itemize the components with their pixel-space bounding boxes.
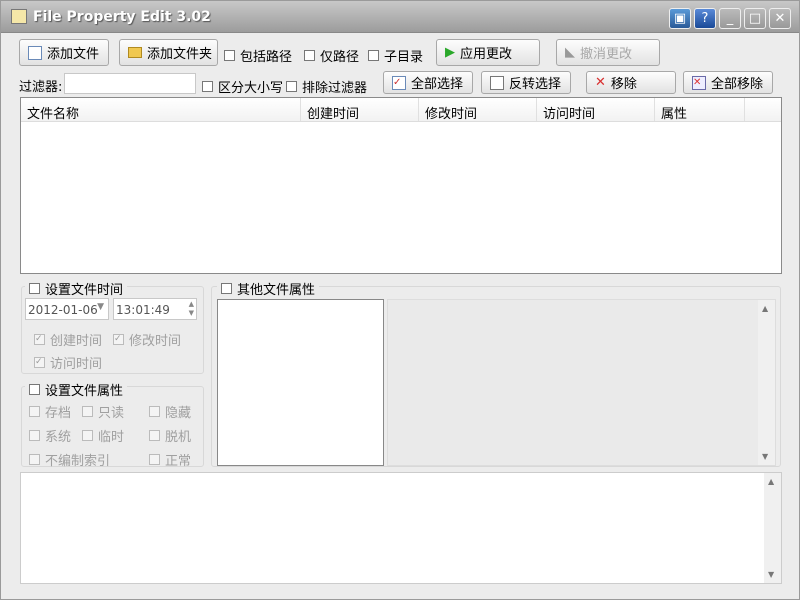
play-icon: ▶	[445, 45, 455, 60]
help-icon[interactable]: ?	[694, 8, 716, 29]
attr-normal[interactable]: 正常	[149, 450, 191, 469]
title-bar: File Property Edit 3.02 ▣ ? _ □ ✕	[1, 1, 799, 33]
apply-label: 应用更改	[460, 47, 513, 62]
add-file-label: 添加文件	[47, 47, 100, 62]
attr-temporary[interactable]: 临时	[82, 426, 124, 445]
col-created[interactable]: 创建时间	[301, 98, 419, 122]
filter-label: 过滤器:	[19, 80, 63, 95]
attr-not-indexed[interactable]: 不编制索引	[29, 450, 110, 469]
other-attr-checkbox[interactable]: 其他文件属性	[217, 279, 320, 298]
cube-icon[interactable]: ▣	[669, 8, 691, 29]
app-icon	[11, 9, 27, 24]
subdir-checkbox[interactable]: 子目录	[368, 46, 423, 65]
col-file-name[interactable]: 文件名称	[21, 98, 301, 122]
include-path-checkbox[interactable]: 包括路径	[224, 46, 292, 65]
attr-archive[interactable]: 存档	[29, 402, 71, 421]
add-file-button[interactable]: 添加文件	[19, 39, 109, 66]
main-window: File Property Edit 3.02 ▣ ? _ □ ✕ 添加文件 添…	[0, 0, 800, 600]
spinner-arrows-icon: ▲ ▼	[188, 300, 194, 317]
attr-offline[interactable]: 脱机	[149, 426, 191, 445]
undo-label: 撤消更改	[580, 47, 633, 62]
add-folder-button[interactable]: 添加文件夹	[119, 39, 218, 66]
set-file-attr-checkbox[interactable]: 设置文件属性	[25, 380, 128, 399]
invert-select-button[interactable]: 反转选择	[481, 71, 571, 94]
add-folder-label: 添加文件夹	[147, 47, 213, 62]
select-all-button[interactable]: ✓ 全部选择	[383, 71, 473, 94]
maximize-button[interactable]: □	[744, 8, 766, 29]
file-icon	[28, 45, 42, 60]
exclude-filter-checkbox[interactable]: 排除过滤器	[286, 77, 367, 96]
undo-button[interactable]: ◣ 撤消更改	[556, 39, 660, 66]
scrollbar[interactable]: ▲ ▼	[764, 473, 781, 583]
folder-icon	[128, 47, 142, 58]
path-only-checkbox[interactable]: 仅路径	[304, 46, 359, 65]
remove-button[interactable]: ✕ 移除	[586, 71, 676, 94]
x-icon: ✕	[595, 75, 606, 90]
undo-icon: ◣	[565, 45, 575, 60]
remove-all-button[interactable]: ✕ 全部移除	[683, 71, 773, 94]
accessed-time-checkbox[interactable]: ✓ 访问时间	[34, 353, 102, 372]
list-header: 文件名称 创建时间 修改时间 访问时间 属性	[21, 98, 781, 122]
col-modified[interactable]: 修改时间	[419, 98, 537, 122]
window-title: File Property Edit 3.02	[33, 9, 211, 25]
set-file-time-checkbox[interactable]: 设置文件时间	[25, 279, 128, 298]
apply-button[interactable]: ▶ 应用更改	[436, 39, 540, 66]
chevron-down-icon: ▼	[97, 302, 104, 312]
modified-time-checkbox[interactable]: ✓ 修改时间	[113, 330, 181, 349]
attr-system[interactable]: 系统	[29, 426, 71, 445]
attr-hidden[interactable]: 隐藏	[149, 402, 191, 421]
filter-input[interactable]	[64, 73, 196, 94]
time-spinner[interactable]: 13:01:49 ▲ ▼	[113, 298, 197, 320]
other-attr-panel[interactable]: ▲ ▼	[387, 299, 776, 466]
case-sensitive-checkbox[interactable]: 区分大小写	[202, 77, 283, 96]
attr-readonly[interactable]: 只读	[82, 402, 124, 421]
created-time-checkbox[interactable]: ✓ 创建时间	[34, 330, 102, 349]
file-list[interactable]: 文件名称 创建时间 修改时间 访问时间 属性	[20, 97, 782, 274]
col-accessed[interactable]: 访问时间	[537, 98, 655, 122]
log-area[interactable]: ▲ ▼	[20, 472, 782, 584]
col-attributes[interactable]: 属性	[655, 98, 745, 122]
scrollbar[interactable]: ▲ ▼	[758, 300, 775, 465]
date-picker[interactable]: 2012-01-06 ▼	[25, 298, 109, 320]
close-button[interactable]: ✕	[769, 8, 791, 29]
other-attr-list[interactable]	[217, 299, 384, 466]
minimize-button[interactable]: _	[719, 8, 741, 29]
